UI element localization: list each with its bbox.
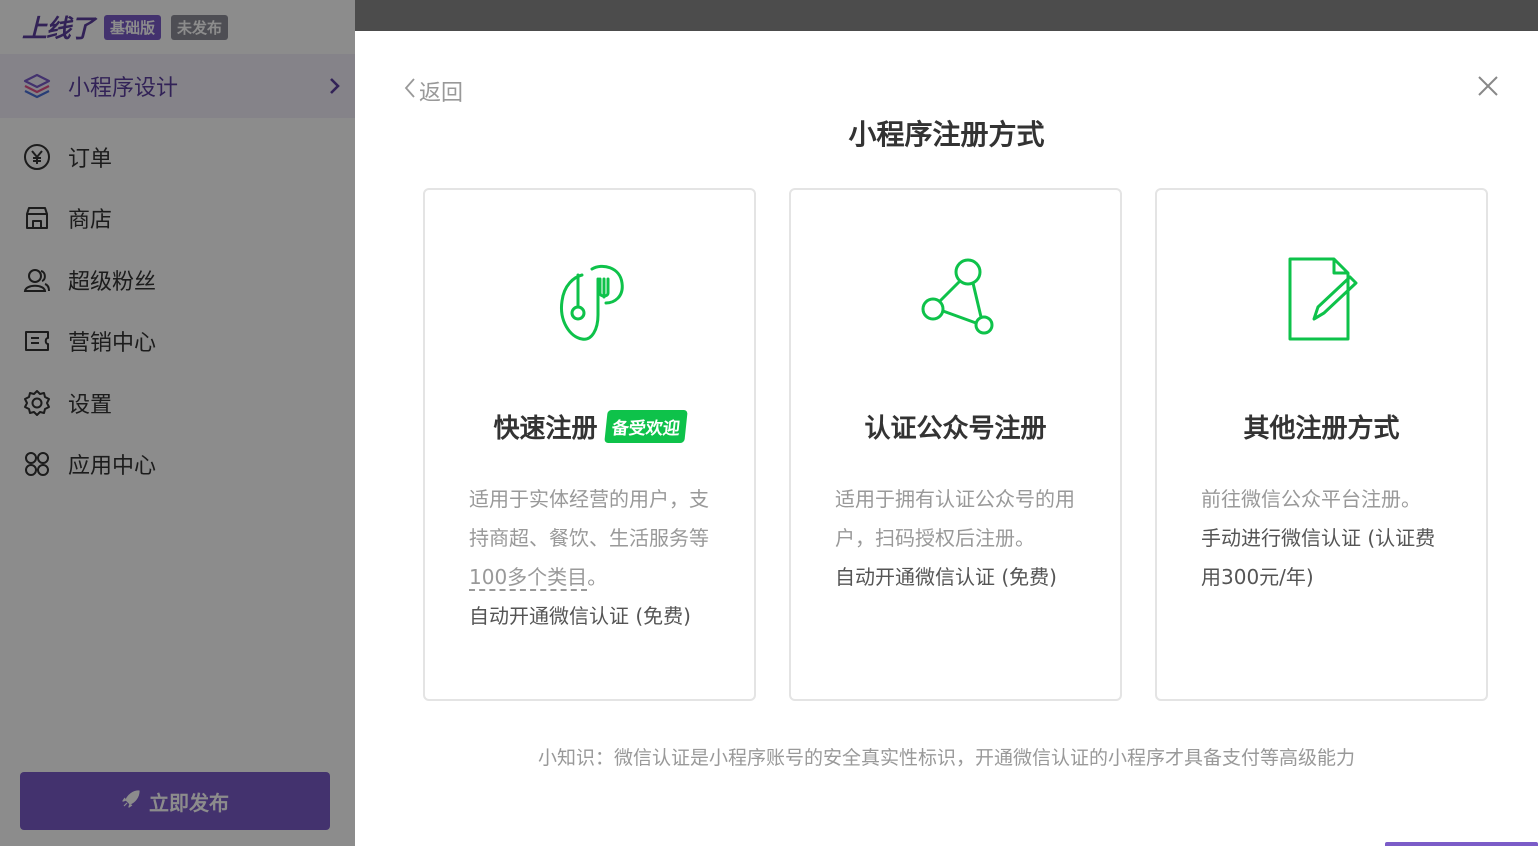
desc-highlight: 自动开通微信认证 (免费) — [469, 604, 691, 628]
modal-title: 小程序注册方式 — [848, 118, 1045, 151]
desc-text: 适用于实体经营的用户，支持商超、餐饮、生活服务等 — [469, 487, 709, 550]
desc-text: 适用于拥有认证公众号的用户，扫码授权后注册。 — [835, 487, 1075, 550]
document-edit-icon — [1157, 252, 1486, 348]
bottom-right-button-edge[interactable] — [1385, 842, 1538, 846]
fork-spoon-icon — [425, 252, 754, 348]
option-name: 快速注册 备受欢迎 — [425, 408, 754, 445]
option-description: 前往微信公众平台注册。 手动进行微信认证 (认证费用300元/年) — [1201, 480, 1451, 597]
option-title: 快速注册 — [493, 414, 598, 444]
chevron-left-icon — [403, 76, 417, 106]
option-card-official-account[interactable]: 认证公众号注册 适用于拥有认证公众号的用户，扫码授权后注册。 自动开通微信认证 … — [789, 188, 1122, 701]
back-button[interactable]: 返回 — [403, 75, 463, 107]
option-title: 认证公众号注册 — [864, 414, 1047, 444]
option-title: 其他注册方式 — [1243, 414, 1400, 444]
option-name: 认证公众号注册 — [791, 408, 1120, 445]
option-description: 适用于实体经营的用户，支持商超、餐饮、生活服务等 100多个类目。 自动开通微信认… — [469, 480, 719, 636]
option-name: 其他注册方式 — [1157, 408, 1486, 445]
categories-link[interactable]: 100多个类目 — [469, 565, 588, 591]
registration-options: 快速注册 备受欢迎 适用于实体经营的用户，支持商超、餐饮、生活服务等 100多个类… — [423, 188, 1488, 701]
option-card-other[interactable]: 其他注册方式 前往微信公众平台注册。 手动进行微信认证 (认证费用300元/年) — [1155, 188, 1488, 701]
desc-highlight: 自动开通微信认证 (免费) — [835, 565, 1057, 589]
back-label: 返回 — [419, 81, 464, 106]
desc-highlight: 手动进行微信认证 (认证费用300元/年) — [1201, 526, 1436, 589]
desc-text: 前往微信公众平台注册。 — [1201, 487, 1421, 511]
desc-end: 。 — [587, 565, 608, 589]
option-description: 适用于拥有认证公众号的用户，扫码授权后注册。 自动开通微信认证 (免费) — [835, 480, 1085, 597]
tip-text: 小知识：微信认证是小程序账号的安全真实性标识，开通微信认证的小程序才具备支付等高… — [537, 747, 1355, 769]
share-nodes-icon — [791, 252, 1120, 348]
popular-badge: 备受欢迎 — [603, 410, 688, 443]
option-card-quick[interactable]: 快速注册 备受欢迎 适用于实体经营的用户，支持商超、餐饮、生活服务等 100多个类… — [423, 188, 756, 701]
registration-modal: 返回 小程序注册方式 快速注册 备受欢迎 适用于实体经营的用户，支持商超、餐饮、… — [355, 31, 1538, 846]
close-icon[interactable] — [1475, 73, 1501, 99]
